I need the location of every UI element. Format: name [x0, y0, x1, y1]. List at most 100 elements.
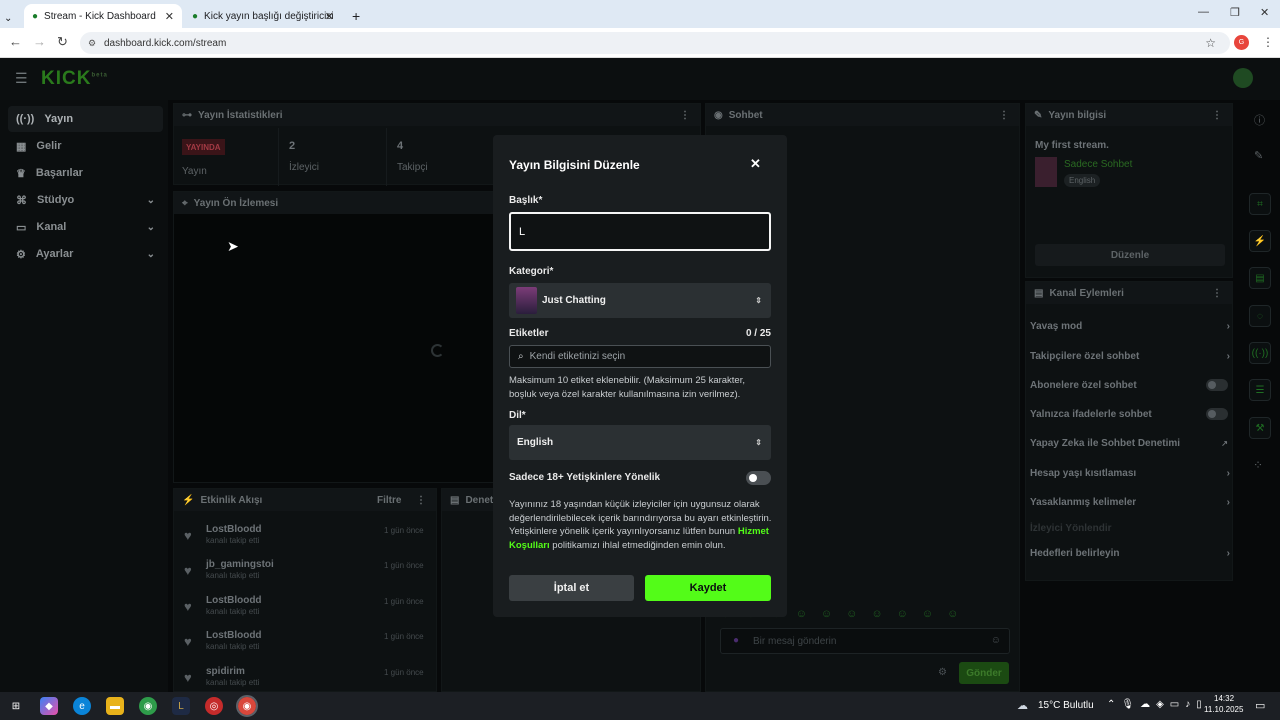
language-select[interactable]: English ⇕: [509, 425, 771, 460]
subscribers-only-toggle[interactable]: [1206, 379, 1228, 391]
chat-header: ◉ Sohbet ⋮: [706, 104, 1019, 126]
weather-text[interactable]: 15°C Bulutlu: [1038, 700, 1094, 711]
external-link-icon: ↗: [1221, 438, 1228, 448]
app-icon[interactable]: ◎: [205, 697, 223, 715]
settings-icon: ⚙: [16, 248, 26, 261]
category-select[interactable]: Just Chatting ⇕: [509, 283, 771, 318]
site-info-icon[interactable]: ⚙: [88, 38, 96, 49]
browser-toolbar: ← → ↻ ⚙ dashboard.kick.com/stream ☆ G ⋮: [0, 28, 1280, 58]
action-account-age[interactable]: Hesap yaşı kısıtlaması ›: [1030, 463, 1230, 483]
new-tab-button[interactable]: +: [344, 4, 368, 28]
system-tray-icons[interactable]: ⌃🎙☁◈▭♪▯: [1107, 699, 1208, 710]
action-followers-only-chat[interactable]: Takipçilere özel sohbet ›: [1030, 346, 1230, 366]
more-options-icon[interactable]: ⋮: [1212, 288, 1222, 299]
sidebar-item-revenue[interactable]: ▦ Gelir: [8, 133, 163, 159]
activity-item: ♥ jb_gamingstoi kanalı takip etti 1 gün önc…: [184, 559, 424, 580]
file-explorer-icon[interactable]: ▬: [106, 697, 124, 715]
category-thumbnail: [516, 287, 537, 314]
followers-count: 4: [397, 140, 404, 152]
notifications-icon[interactable]: ▭: [1255, 699, 1265, 712]
clock-time[interactable]: 14:32: [1214, 694, 1234, 703]
windows-start-icon[interactable]: ⊞: [7, 697, 25, 715]
hamburger-menu-icon[interactable]: ☰: [15, 70, 28, 87]
emoji-icon[interactable]: ☺: [991, 635, 1001, 646]
copilot-icon[interactable]: ◆: [40, 697, 58, 715]
close-icon[interactable]: ✕: [750, 156, 761, 172]
chrome-active-icon[interactable]: ◉: [236, 695, 258, 717]
action-set-goals[interactable]: Hedefleri belirleyin ›: [1030, 543, 1230, 563]
action-emotes-only-chat[interactable]: Yalnızca ifadelerle sohbet: [1030, 404, 1228, 424]
browser-tab-stream[interactable]: ● Stream - Kick Dashboard ✕: [24, 4, 182, 28]
chevron-down-icon: ⌄: [146, 194, 155, 206]
back-icon[interactable]: ←: [9, 34, 22, 49]
more-options-icon[interactable]: ⋮: [416, 495, 426, 506]
edge-icon[interactable]: e: [73, 697, 91, 715]
more-options-icon[interactable]: ⋮: [1212, 110, 1222, 121]
sidebar-item-settings[interactable]: ⚙ Ayarlar ⌄: [8, 241, 163, 267]
browser-menu-icon[interactable]: ⋮: [1262, 35, 1274, 49]
address-bar[interactable]: ⚙ dashboard.kick.com/stream ☆: [80, 32, 1230, 54]
bookmark-star-icon[interactable]: ☆: [1205, 36, 1216, 50]
action-subscribers-only-chat[interactable]: Abonelere özel sohbet: [1030, 375, 1228, 395]
rail-clip-icon[interactable]: ⌗: [1249, 193, 1271, 215]
rail-broadcast-icon[interactable]: ((·)): [1249, 342, 1271, 364]
more-options-icon[interactable]: ⋮: [999, 110, 1009, 121]
microphone-icon[interactable]: ●: [733, 635, 739, 646]
league-icon[interactable]: L: [172, 697, 190, 715]
tab-list-chevron-icon[interactable]: ⌄: [4, 6, 24, 30]
toggle-knob: [749, 474, 757, 482]
browser-tab-title-changer[interactable]: ● Kick yayın başlığı değiştiricisi ✕: [184, 4, 342, 28]
action-slow-mode[interactable]: Yavaş mod ›: [1030, 316, 1230, 336]
chat-settings-icon[interactable]: ⚙: [938, 667, 947, 678]
tags-input[interactable]: ⌕ Kendi etiketinizi seçin: [509, 345, 771, 368]
edit-icon[interactable]: ✎: [1254, 149, 1263, 162]
clock-date[interactable]: 11.10.2025: [1204, 705, 1243, 714]
rail-document-icon[interactable]: ▤: [1249, 267, 1271, 289]
rail-wrench-icon[interactable]: ⚒: [1249, 417, 1271, 439]
moderation-icon: ▤: [450, 494, 460, 506]
sidebar-item-achievements[interactable]: ♛ Başarılar: [8, 160, 163, 186]
stream-stats-header: ⊶ Yayın İstatistikleri ⋮: [174, 104, 700, 126]
maximize-icon[interactable]: ❐: [1230, 6, 1240, 19]
broadcast-icon: ((·)): [16, 113, 35, 125]
rail-lightning-icon[interactable]: ⚡: [1249, 230, 1271, 252]
rail-list-icon[interactable]: ☰: [1249, 379, 1271, 401]
chrome-icon[interactable]: ◉: [139, 697, 157, 715]
send-button[interactable]: Gönder: [959, 662, 1009, 684]
tags-counter: 0 / 25: [745, 328, 771, 339]
rail-chat-icon[interactable]: ◌: [1249, 305, 1271, 327]
rail-apps-icon[interactable]: ⁘: [1253, 458, 1263, 472]
chevron-right-icon: ›: [1226, 467, 1230, 479]
close-tab-icon[interactable]: ✕: [325, 10, 334, 23]
close-window-icon[interactable]: ✕: [1260, 6, 1269, 19]
kick-logo[interactable]: KICKbeta: [41, 68, 108, 90]
user-avatar[interactable]: [1233, 68, 1253, 88]
live-badge: YAYINDA: [182, 139, 225, 155]
mature-toggle[interactable]: [746, 471, 771, 485]
info-icon[interactable]: ⓘ: [1254, 112, 1265, 128]
chat-input[interactable]: ● Bir mesaj gönderin ☺: [720, 628, 1010, 654]
forward-icon[interactable]: →: [33, 34, 46, 49]
minimize-icon[interactable]: —: [1198, 6, 1209, 18]
close-tab-icon[interactable]: ✕: [165, 10, 174, 23]
title-input[interactable]: [509, 212, 771, 251]
sidebar-item-channel[interactable]: ▭ Kanal ⌄: [8, 214, 163, 240]
filter-button[interactable]: Filtre: [377, 495, 401, 506]
action-banned-words[interactable]: Yasaklanmış kelimeler ›: [1030, 492, 1230, 512]
sidebar-item-stream[interactable]: ((·)) Yayın: [8, 106, 163, 132]
chevron-right-icon: ›: [1226, 547, 1230, 559]
activity-item: ♥ LostBloodd kanalı takip etti 1 gün önce: [184, 524, 424, 545]
action-ai-moderation[interactable]: Yapay Zeka ile Sohbet Denetimi ↗: [1030, 433, 1228, 453]
heart-icon: ♥: [184, 528, 192, 543]
cancel-button[interactable]: İptal et: [509, 575, 634, 601]
current-category[interactable]: Sadece Sohbet: [1064, 159, 1132, 170]
save-button[interactable]: Kaydet: [645, 575, 771, 601]
profile-avatar[interactable]: G: [1234, 35, 1249, 50]
reload-icon[interactable]: ↻: [57, 34, 68, 50]
more-options-icon[interactable]: ⋮: [680, 110, 690, 121]
edit-stream-info-button[interactable]: Düzenle: [1035, 244, 1225, 266]
mature-help-text: Yayınınız 18 yaşından küçük izleyiciler …: [509, 499, 772, 551]
emotes-only-toggle[interactable]: [1206, 408, 1228, 420]
action-raid[interactable]: İzleyici Yönlendir: [1030, 518, 1230, 538]
sidebar-item-studio[interactable]: ⌘ Stüdyo ⌄: [8, 187, 163, 213]
